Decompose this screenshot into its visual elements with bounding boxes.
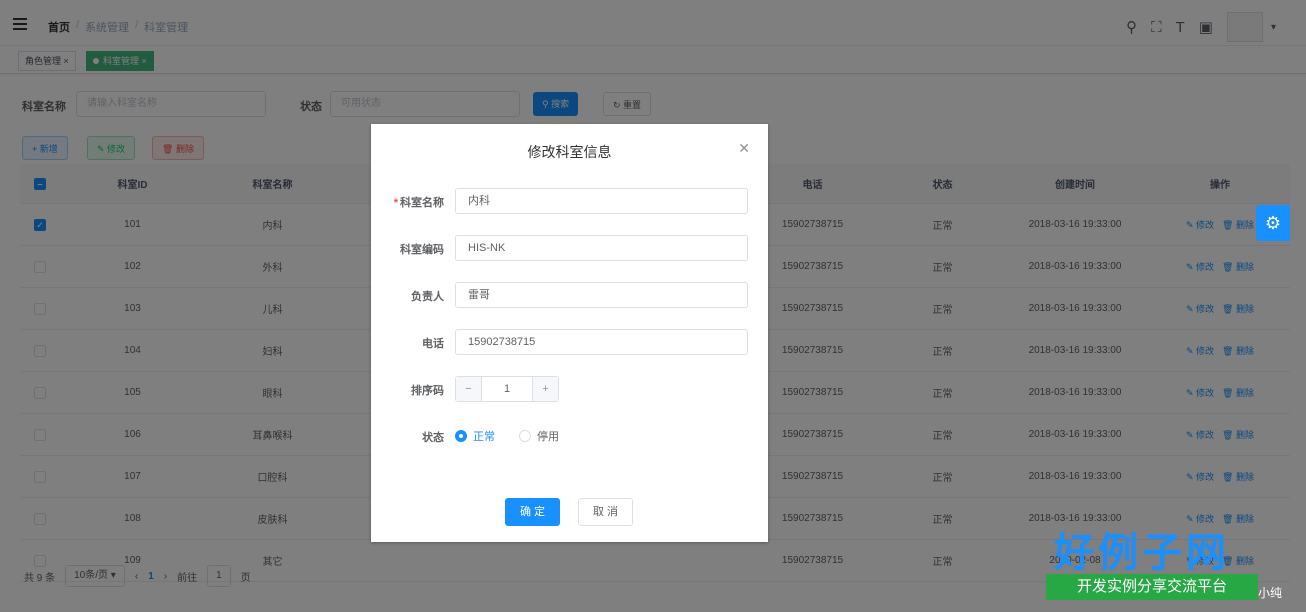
- phone-input[interactable]: 15902738715: [455, 329, 748, 355]
- status-field-label: 状态: [422, 432, 444, 444]
- close-icon[interactable]: ✕: [738, 140, 750, 157]
- sort-value[interactable]: 1: [482, 377, 532, 401]
- settings-gear-icon[interactable]: ⚙: [1256, 205, 1290, 241]
- decrement-button[interactable]: −: [456, 377, 482, 401]
- edit-dept-dialog: 修改科室信息 ✕ * 科室名称 内科 科室编码 HIS-NK 负责人 雷哥 电话 …: [371, 124, 768, 542]
- confirm-button[interactable]: 确 定: [505, 498, 561, 526]
- status-normal-radio[interactable]: 正常: [455, 428, 495, 444]
- watermark-logo: 好例子网 开发实例分享交流平台: [1046, 520, 1258, 604]
- leader-label: 负责人: [411, 291, 444, 303]
- code-input[interactable]: HIS-NK: [455, 235, 748, 261]
- name-label: * 科室名称: [393, 197, 444, 209]
- dialog-title: 修改科室信息: [527, 144, 612, 160]
- status-disabled-radio[interactable]: 停用: [519, 428, 559, 444]
- phone-label: 电话: [422, 338, 444, 350]
- increment-button[interactable]: +: [532, 377, 558, 401]
- sort-label: 排序码: [411, 385, 444, 397]
- sort-stepper: − 1 +: [455, 376, 559, 402]
- name-input[interactable]: 内科: [455, 188, 748, 214]
- watermark-tail: 小纯: [1258, 586, 1283, 600]
- cancel-button[interactable]: 取 消: [578, 498, 634, 526]
- code-label: 科室编码: [400, 244, 444, 256]
- leader-input[interactable]: 雷哥: [455, 282, 748, 308]
